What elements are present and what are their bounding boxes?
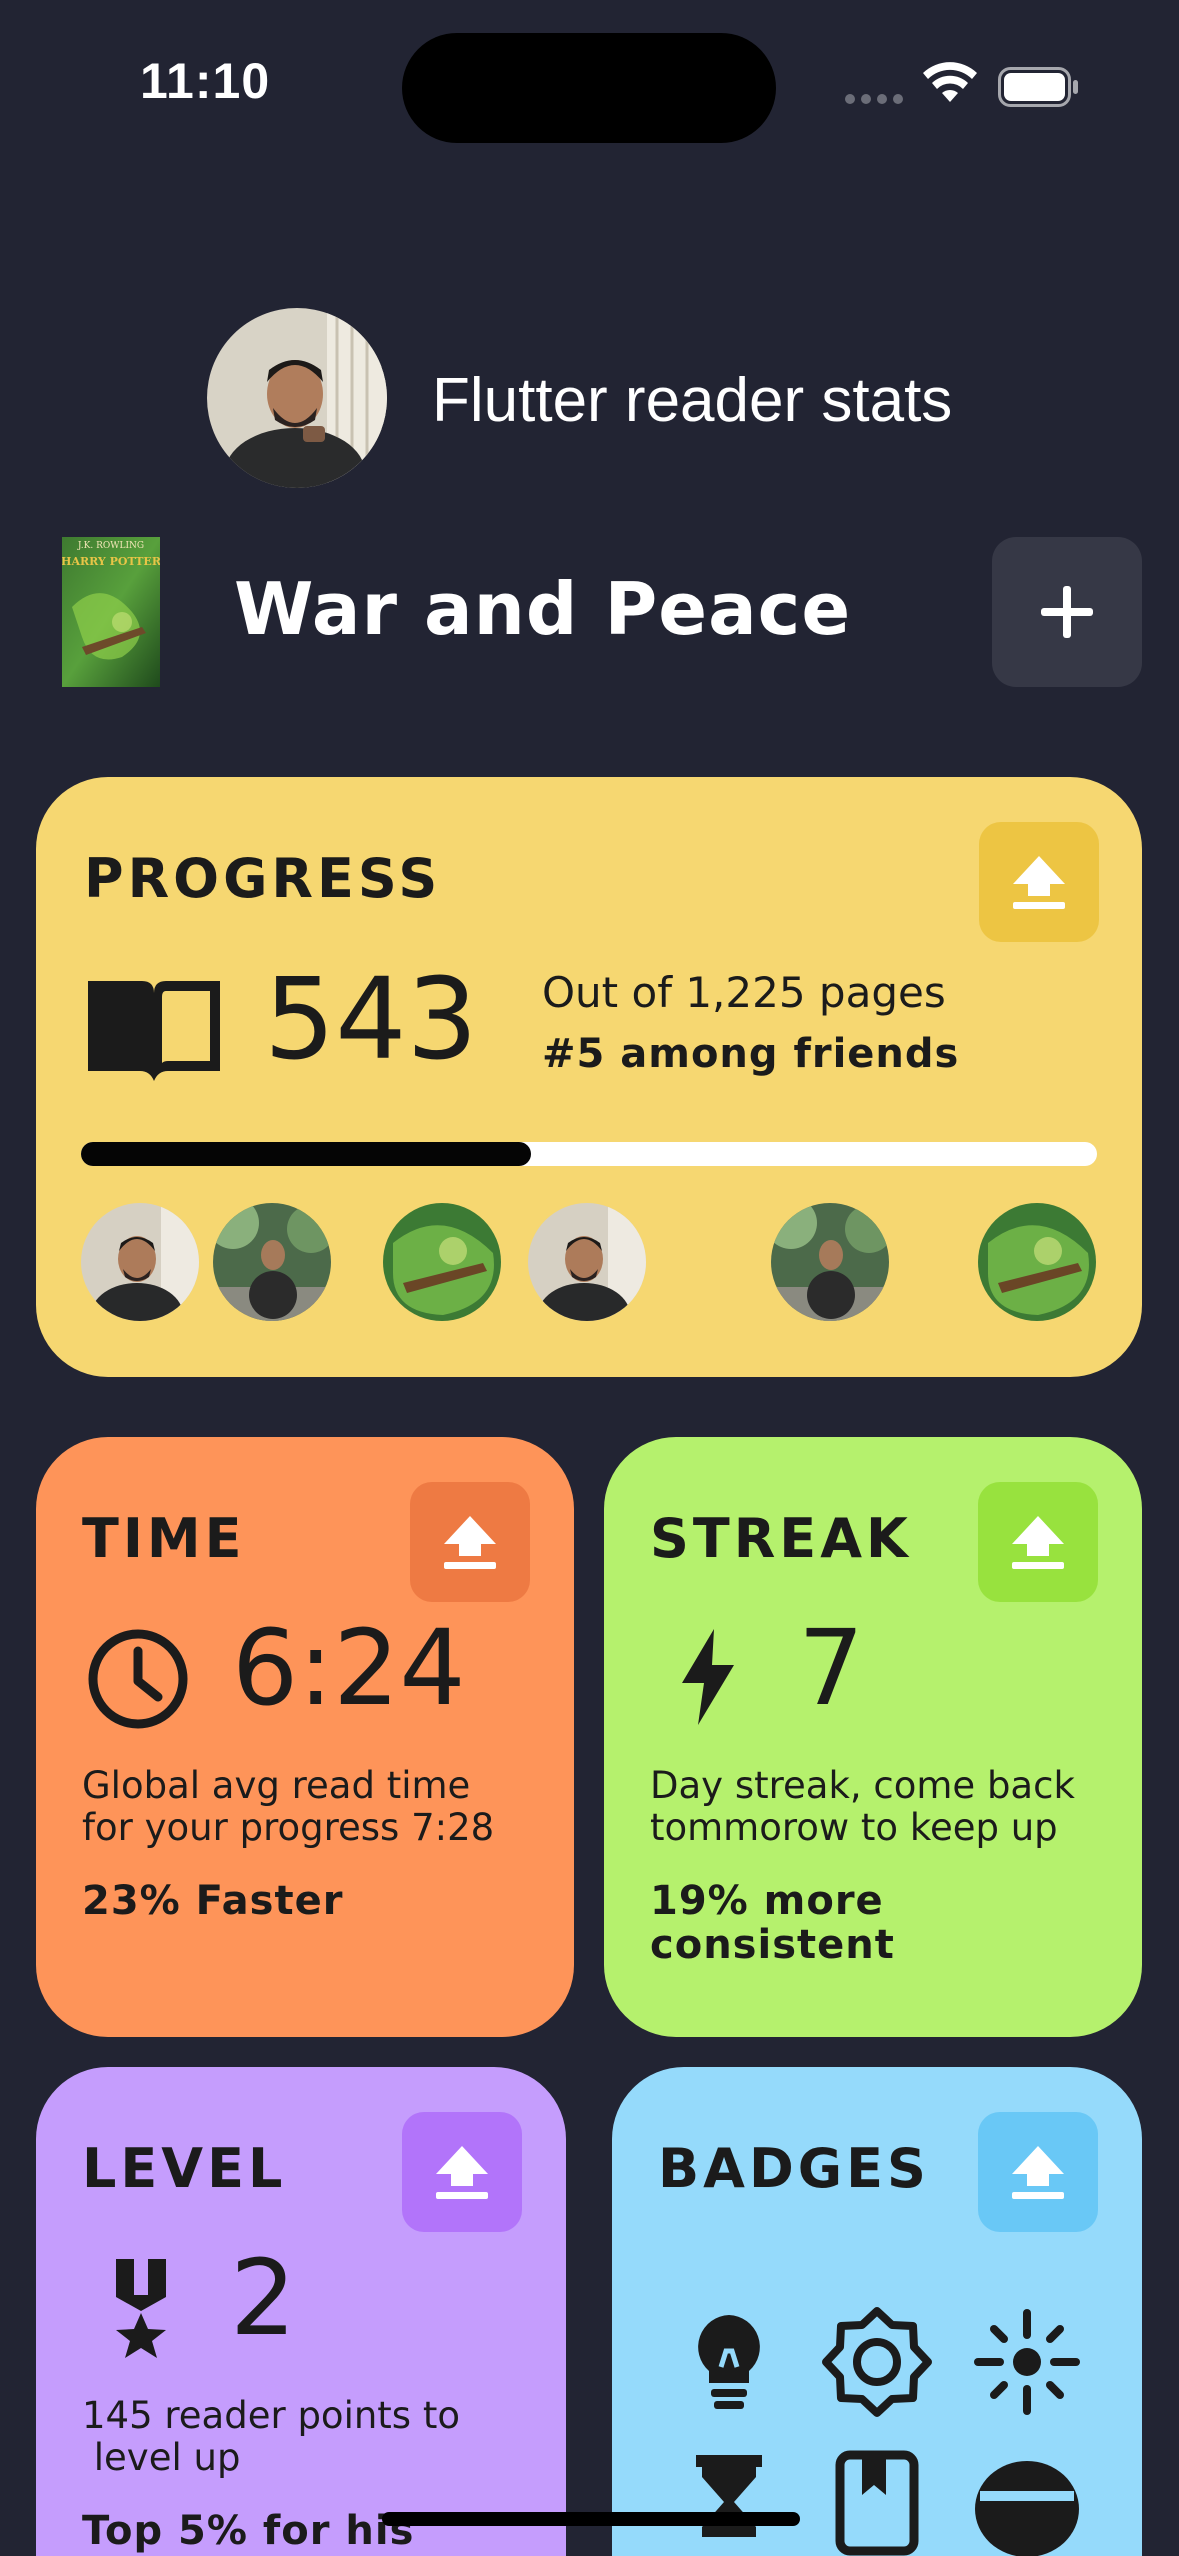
status-time: 11:10 [140,53,271,109]
home-indicator[interactable] [382,2512,800,2526]
friend-avatar[interactable] [978,1203,1096,1321]
progress-card: PROGRESS 543 Out of 1,225 pages #5 among… [36,777,1142,1377]
progress-share-button[interactable] [979,822,1099,942]
wifi-icon [923,62,977,102]
vr-headset-icon [975,2461,1079,2556]
sun-badge-icon [822,2307,932,2417]
app-title: Flutter reader stats [432,366,953,435]
friends-rank-text: #5 among friends [542,1031,960,1077]
upload-icon [444,1516,496,1569]
book-cover-series: HARRY POTTER [62,555,160,568]
cellular-signal-icon [845,94,905,106]
upload-icon [436,2146,488,2199]
badges-card-title: BADGES [658,2137,930,2200]
medal-icon [116,2259,166,2358]
streak-share-button[interactable] [978,1482,1098,1602]
time-line1: Global avg read time [82,1764,471,1807]
streak-card-title: STREAK [650,1507,912,1570]
clock-icon [88,1629,188,1729]
upload-icon [1012,2146,1064,2199]
friend-avatar[interactable] [383,1203,501,1321]
level-card-title: LEVEL [82,2137,287,2200]
streak-value: 7 [798,1607,865,1729]
plus-icon [1041,586,1093,638]
upload-icon [1012,1516,1064,1569]
streak-line1: Day streak, come back [650,1764,1075,1807]
battery-icon [998,67,1078,107]
time-line2: for your progress 7:28 [82,1806,495,1849]
book-title: War and Peace [234,567,852,651]
time-value: 6:24 [232,1607,466,1729]
dynamic-island [402,33,776,143]
add-book-button[interactable] [992,537,1142,687]
level-card: LEVEL 2 145 reader points to level up To… [36,2067,566,2556]
profile-avatar[interactable] [207,308,387,488]
time-share-button[interactable] [410,1482,530,1602]
level-share-button[interactable] [402,2112,522,2232]
sparkle-icon [974,2309,1080,2415]
reading-progress-bar [81,1142,1097,1166]
pages-read-value: 543 [264,955,478,1085]
progress-card-title: PROGRESS [84,847,442,910]
time-highlight: 23% Faster [82,1878,344,1924]
level-line1: 145 reader points to [82,2394,460,2437]
pages-total-text: Out of 1,225 pages [542,968,946,1017]
hourglass-icon [696,2455,762,2537]
time-card: TIME 6:24 Global avg read time for your … [36,1437,574,2037]
badges-card: BADGES [612,2067,1142,2556]
open-book-icon [88,981,220,1081]
bookmark-book-icon [835,2450,919,2556]
book-cover[interactable]: J.K. ROWLING HARRY POTTER [62,537,160,687]
streak-card: STREAK 7 Day streak, come back tommorow … [604,1437,1142,2037]
level-line2: level up [82,2436,241,2479]
lightning-icon [682,1629,734,1725]
friend-avatar[interactable] [528,1203,646,1321]
streak-highlight-line1: 19% more [650,1878,884,1924]
friend-avatar[interactable] [771,1203,889,1321]
badges-share-button[interactable] [978,2112,1098,2232]
upload-icon [1013,856,1065,909]
friend-avatar[interactable] [81,1203,199,1321]
streak-line2: tommorow to keep up [650,1806,1058,1849]
lightbulb-icon [698,2315,760,2409]
time-card-title: TIME [82,1507,246,1570]
level-value: 2 [230,2237,297,2359]
reading-progress-fill [81,1142,531,1166]
level-highlight: Top 5% for his [82,2508,415,2554]
friend-avatar[interactable] [213,1203,331,1321]
book-cover-author: J.K. ROWLING [77,541,144,551]
streak-highlight-line2: consistent [650,1922,895,1968]
